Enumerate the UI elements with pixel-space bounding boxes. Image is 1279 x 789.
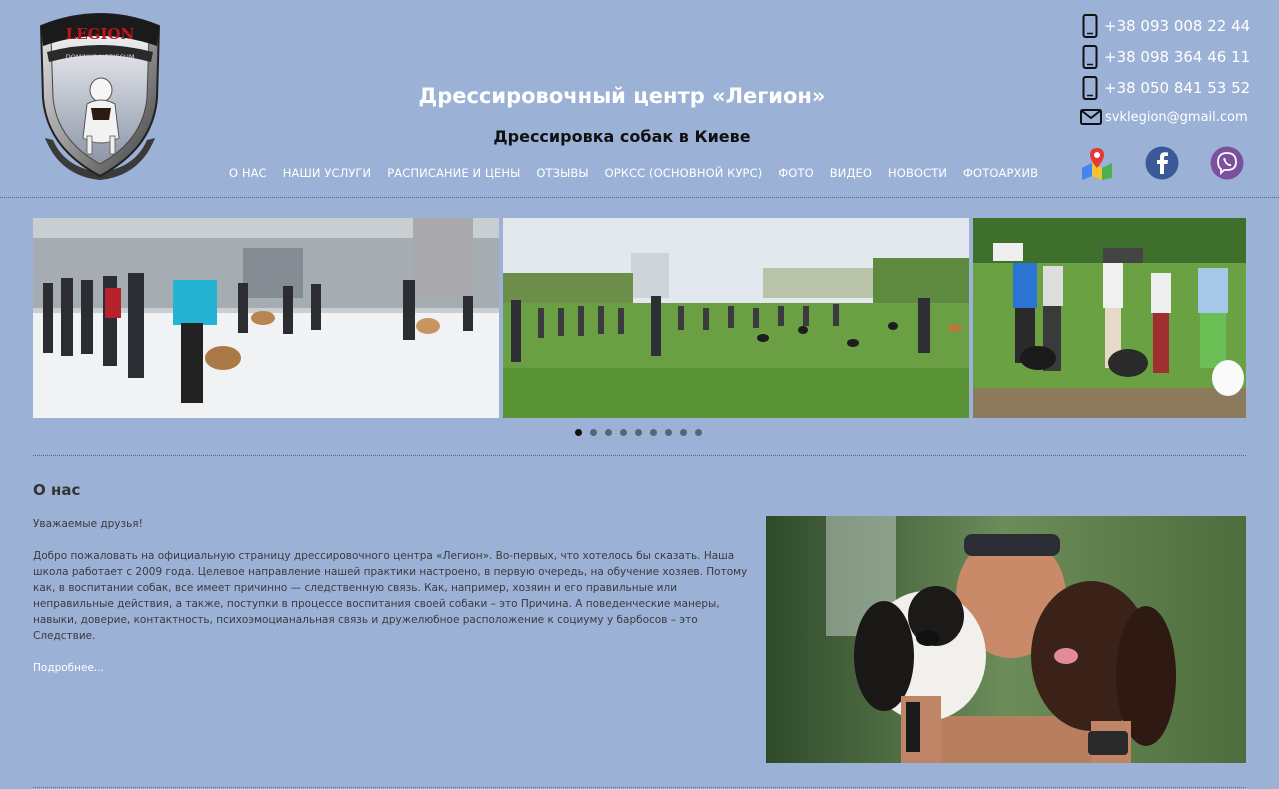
slider-dot[interactable] <box>650 429 657 436</box>
section-divider <box>33 455 1246 456</box>
phone-icon <box>1082 13 1098 38</box>
header-divider <box>0 197 1279 198</box>
about-body: Добро пожаловать на официальную страницу… <box>33 550 748 642</box>
slide-image <box>973 218 1246 418</box>
about-heading: О нас <box>33 481 81 499</box>
about-greeting: Уважаемые друзья! <box>33 518 143 530</box>
site-header: LEGION DOMINUS NOBISCUM Дрессировочный ц… <box>0 0 1279 197</box>
nav-schedule[interactable]: РАСПИСАНИЕ И ЦЕНЫ <box>387 166 520 180</box>
slider-dot[interactable] <box>620 429 627 436</box>
email-link[interactable]: svklegion@gmail.com <box>1080 109 1275 125</box>
slider-dot[interactable] <box>605 429 612 436</box>
nav-photo-archive[interactable]: ФОТОАРХИВ <box>963 166 1038 180</box>
slider-dots <box>575 429 702 436</box>
site-subtitle: Дрессировка собак в Киеве <box>493 127 751 146</box>
read-more-link[interactable]: Подробнее... <box>33 662 104 674</box>
main-nav: О НАС НАШИ УСЛУГИ РАСПИСАНИЕ И ЦЕНЫ ОТЗЫ… <box>229 166 1038 180</box>
about-photo <box>766 516 1246 763</box>
facebook-icon[interactable] <box>1145 146 1179 180</box>
social-links <box>1080 146 1244 180</box>
footer-divider <box>33 787 1246 788</box>
slider-dot[interactable] <box>575 429 582 436</box>
image-slider[interactable] <box>33 218 1246 418</box>
slide-image <box>503 218 969 418</box>
about-text: Уважаемые друзья! Добро пожаловать на оф… <box>33 516 748 676</box>
slider-dot[interactable] <box>635 429 642 436</box>
phone-icon <box>1082 75 1098 100</box>
nav-news[interactable]: НОВОСТИ <box>888 166 947 180</box>
logo-text: LEGION <box>66 25 135 43</box>
phone-2[interactable]: +38 098 364 46 11 <box>1080 41 1275 72</box>
slider-dot[interactable] <box>590 429 597 436</box>
slider-dot[interactable] <box>665 429 672 436</box>
phone-number: +38 050 841 53 52 <box>1104 78 1251 97</box>
contacts-block: +38 093 008 22 44 +38 098 364 46 11 +38 … <box>1080 10 1275 125</box>
slider-dot[interactable] <box>695 429 702 436</box>
logo-band-text: DOMINUS NOBISCUM <box>66 53 135 61</box>
map-pin-icon[interactable] <box>1080 146 1114 180</box>
envelope-icon <box>1080 109 1102 125</box>
nav-course[interactable]: ОРКСС (ОСНОВНОЙ КУРС) <box>605 166 763 180</box>
phone-number: +38 098 364 46 11 <box>1104 47 1251 66</box>
slider-dot[interactable] <box>680 429 687 436</box>
phone-3[interactable]: +38 050 841 53 52 <box>1080 72 1275 103</box>
slide-image <box>33 218 499 418</box>
nav-photo[interactable]: ФОТО <box>778 166 813 180</box>
viber-icon[interactable] <box>1210 146 1244 180</box>
nav-video[interactable]: ВИДЕО <box>830 166 872 180</box>
phone-number: +38 093 008 22 44 <box>1104 16 1251 35</box>
phone-icon <box>1082 44 1098 69</box>
site-title: Дрессировочный центр «Легион» <box>418 84 826 108</box>
nav-about[interactable]: О НАС <box>229 166 267 180</box>
email-address: svklegion@gmail.com <box>1105 109 1248 125</box>
nav-services[interactable]: НАШИ УСЛУГИ <box>283 166 371 180</box>
nav-reviews[interactable]: ОТЗЫВЫ <box>536 166 588 180</box>
phone-1[interactable]: +38 093 008 22 44 <box>1080 10 1275 41</box>
